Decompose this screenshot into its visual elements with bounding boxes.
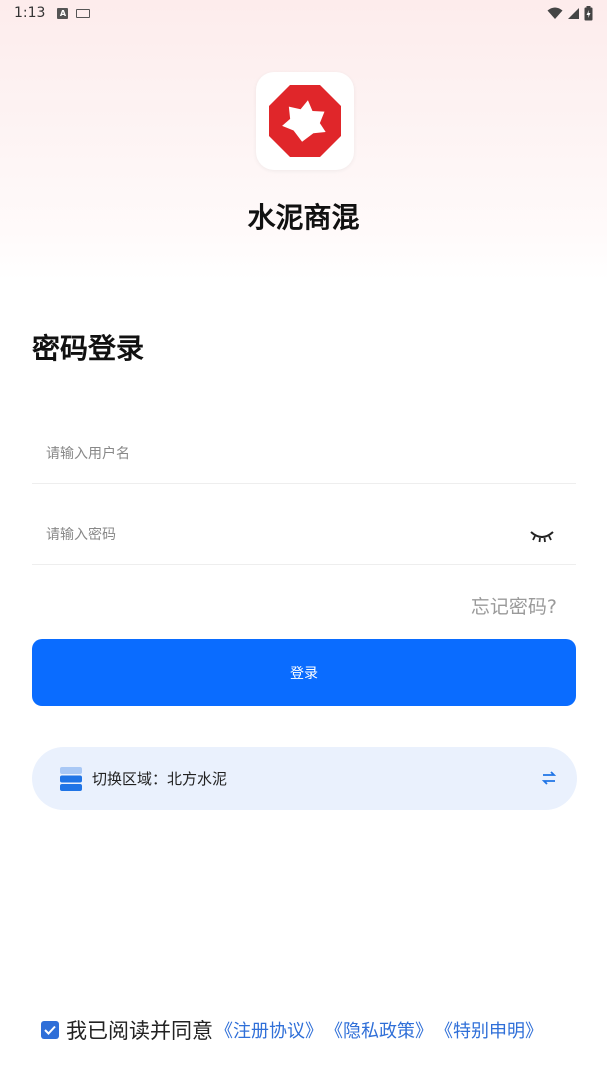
- eye-closed-icon[interactable]: [528, 525, 556, 545]
- checkmark-icon: [44, 1025, 56, 1035]
- status-bar: 1:13 A: [0, 0, 607, 26]
- special-statement-link[interactable]: 《特别申明》: [435, 1017, 543, 1043]
- privacy-policy-link[interactable]: 《隐私政策》: [325, 1017, 433, 1043]
- swap-icon[interactable]: [541, 770, 557, 786]
- wifi-icon: [547, 7, 563, 19]
- password-field-row: [32, 505, 576, 565]
- octagon-logo-icon: [269, 85, 341, 157]
- region-switch-bar[interactable]: 切换区域：北方水泥: [32, 747, 577, 810]
- app-logo: [256, 72, 354, 170]
- username-field-row: [32, 424, 576, 484]
- keyboard-icon: [76, 8, 91, 18]
- username-input[interactable]: [46, 445, 506, 462]
- battery-icon: [584, 5, 593, 20]
- password-input[interactable]: [46, 526, 506, 543]
- agreement-checkbox[interactable]: [41, 1021, 59, 1039]
- app-name: 水泥商混: [247, 201, 360, 234]
- region-label: 切换区域：北方水泥: [92, 770, 228, 788]
- server-icon: [60, 766, 82, 791]
- status-right-icons: [547, 5, 593, 21]
- agreement-text: 我已阅读并同意: [66, 1019, 213, 1043]
- status-time: 1:13: [14, 5, 46, 21]
- signal-icon: [568, 7, 579, 19]
- register-agreement-link[interactable]: 《注册协议》: [215, 1017, 323, 1043]
- page-title: 密码登录: [32, 332, 145, 365]
- login-page: 1:13 A 水泥商混 密码登录 请输入用户名 忘记密码? 登录 切换区域：北方…: [0, 0, 607, 1080]
- a-icon: A: [57, 7, 69, 19]
- login-button[interactable]: 登录: [32, 639, 576, 706]
- agreement-row: 我已阅读并同意 《注册协议》 《隐私政策》 《特别申明》: [41, 1015, 543, 1045]
- forgot-password-link[interactable]: 忘记密码?: [471, 592, 557, 619]
